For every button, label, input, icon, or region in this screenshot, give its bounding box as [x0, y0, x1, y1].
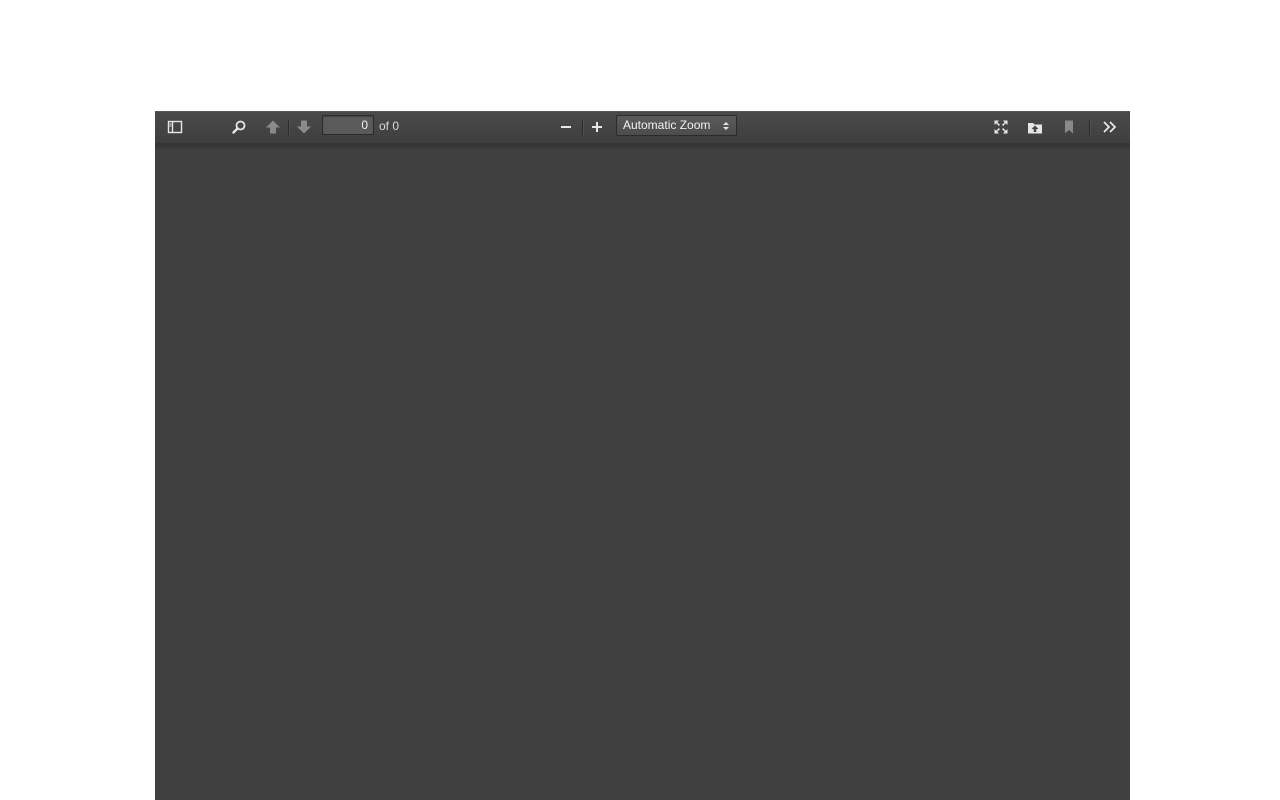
minus-icon: [561, 126, 571, 128]
arrow-up-icon: [266, 120, 280, 134]
toolbar: of 0 Automatic Zoom: [155, 111, 1130, 143]
toolbar-separator: [582, 119, 583, 135]
open-file-icon: [1028, 123, 1042, 134]
page-count-label: of 0: [379, 119, 400, 133]
document-viewport[interactable]: [155, 149, 1130, 800]
bookmark-icon: [1065, 120, 1073, 134]
search-icon: [232, 120, 246, 134]
plus-icon: [592, 122, 602, 132]
presentation-mode-button[interactable]: [988, 114, 1014, 140]
open-file-button[interactable]: [1022, 114, 1048, 140]
zoom-select-value: Automatic Zoom: [623, 118, 711, 132]
fullscreen-icon: [994, 120, 1008, 134]
arrow-down-icon: [297, 120, 311, 134]
bookmark-button[interactable]: [1056, 114, 1082, 140]
toolbar-separator: [1089, 119, 1090, 135]
sidebar-toggle-button[interactable]: [162, 114, 188, 140]
toolbar-separator: [288, 119, 289, 135]
double-chevron-right-icon: [1103, 121, 1117, 133]
next-page-button[interactable]: [291, 114, 317, 140]
find-button[interactable]: [226, 114, 252, 140]
zoom-in-button[interactable]: [584, 114, 610, 140]
select-arrows-icon: [723, 122, 729, 130]
zoom-out-button[interactable]: [553, 114, 579, 140]
previous-page-button[interactable]: [260, 114, 286, 140]
sidebar-toggle-icon: [167, 120, 183, 134]
tools-button[interactable]: [1097, 114, 1123, 140]
pdf-viewer: of 0 Automatic Zoom: [155, 111, 1130, 800]
zoom-select[interactable]: Automatic Zoom: [616, 115, 737, 136]
page-number-input[interactable]: [322, 115, 374, 135]
